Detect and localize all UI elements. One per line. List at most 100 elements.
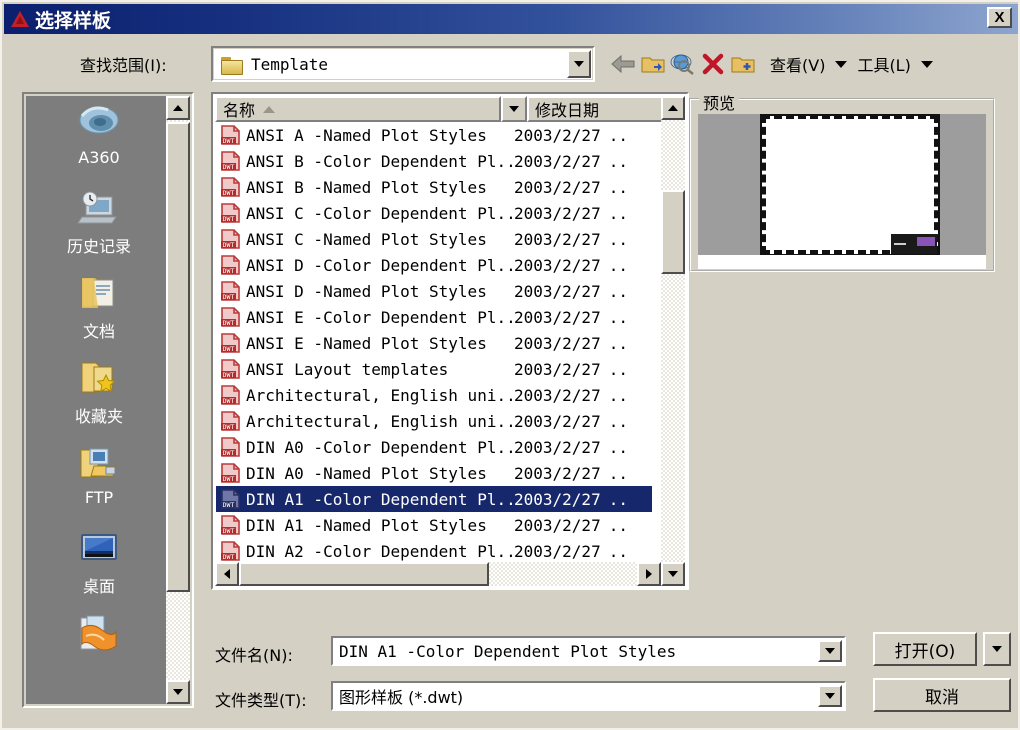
file-scroll-left-button[interactable]	[215, 562, 239, 586]
open-button[interactable]: 打开(O)	[873, 632, 977, 666]
file-list-header: 名称 修改日期	[215, 96, 685, 122]
file-list-row[interactable]: DWT DIN A1 -Color Dependent Pl... 2003/2/2…	[216, 486, 652, 512]
file-date-overflow: ..	[608, 333, 628, 353]
file-hscroll-track[interactable]	[489, 562, 637, 586]
dwt-file-icon: DWT	[220, 540, 242, 562]
dwt-file-icon: DWT	[220, 358, 242, 380]
places-scrollbar[interactable]	[166, 96, 190, 704]
dwt-file-icon: DWT	[220, 384, 242, 406]
file-list-row[interactable]: DWT ANSI E -Named Plot Styles 2003/2/27..	[216, 330, 652, 356]
file-list-row[interactable]: DWT DIN A1 -Named Plot Styles 2003/2/27..	[216, 512, 652, 538]
file-list-row[interactable]: DWT Architectural, English uni... 2003/2/2…	[216, 382, 652, 408]
file-date-overflow: ..	[608, 541, 628, 561]
file-list-row[interactable]: DWT ANSI Layout templates 2003/2/27..	[216, 356, 652, 382]
places-item-label: FTP	[84, 488, 114, 507]
filetype-value: 图形样板 (*.dwt)	[339, 688, 464, 707]
file-scroll-up-button[interactable]	[661, 96, 685, 120]
places-list: A360 历史记录文档 收藏夹 FTP 桌面	[26, 96, 172, 691]
view-chevron-down-icon[interactable]	[835, 60, 848, 68]
file-scroll-track[interactable]	[661, 120, 685, 562]
svg-text:DWT: DWT	[223, 371, 235, 379]
file-scroll-right-button[interactable]	[637, 562, 661, 586]
autocad-logo-icon	[10, 10, 30, 28]
dwt-file-icon: DWT	[220, 124, 242, 146]
desktop-icon	[76, 525, 122, 569]
file-name: ANSI C -Color Dependent Pl...	[246, 203, 514, 223]
buzzsaw-folder-icon	[76, 610, 122, 654]
file-date: 2003/2/27	[514, 489, 601, 509]
dialog-toolbar: 查看(V) 工具(L)	[608, 48, 943, 80]
filename-combo[interactable]: DIN A1 -Color Dependent Plot Styles	[331, 636, 846, 666]
look-in-dropdown-arrow[interactable]	[567, 50, 591, 78]
column-header-date[interactable]: 修改日期	[527, 96, 665, 122]
places-item-A360[interactable]: A360	[26, 96, 172, 181]
places-item-FTP[interactable]: FTP	[26, 436, 172, 521]
file-list-row[interactable]: DWT Architectural, English uni... 2003/2/2…	[216, 408, 652, 434]
file-date-overflow: ..	[608, 281, 628, 301]
dwt-file-icon: DWT	[220, 150, 242, 172]
file-date-overflow: ..	[608, 177, 628, 197]
filetype-combo[interactable]: 图形样板 (*.dwt)	[331, 681, 846, 711]
file-list-hscrollbar[interactable]	[215, 562, 661, 586]
file-date: 2003/2/27	[514, 437, 601, 457]
file-list-row[interactable]: DWT ANSI C -Color Dependent Pl... 2003/2/2…	[216, 200, 652, 226]
file-list-row[interactable]: DWT ANSI A -Named Plot Styles 2003/2/27..	[216, 122, 652, 148]
open-dropdown-button[interactable]	[983, 632, 1011, 666]
places-scroll-up-button[interactable]	[166, 96, 190, 120]
new-folder-icon[interactable]	[728, 49, 758, 79]
filename-dropdown-arrow[interactable]	[818, 640, 842, 662]
up-one-level-folder-icon[interactable]	[638, 49, 668, 79]
file-date-overflow: ..	[608, 307, 628, 327]
cancel-button[interactable]: 取消	[873, 678, 1011, 712]
column-header-name[interactable]: 名称	[215, 96, 501, 122]
delete-x-icon[interactable]	[698, 49, 728, 79]
file-hscroll-thumb[interactable]	[239, 562, 489, 586]
svg-text:DWT: DWT	[223, 527, 235, 535]
file-list-row[interactable]: DWT ANSI C -Named Plot Styles 2003/2/27..	[216, 226, 652, 252]
search-web-icon[interactable]	[668, 49, 698, 79]
svg-text:DWT: DWT	[223, 475, 235, 483]
file-list-row[interactable]: DWT ANSI E -Color Dependent Pl... 2003/2/2…	[216, 304, 652, 330]
file-list-row[interactable]: DWT ANSI D -Named Plot Styles 2003/2/27..	[216, 278, 652, 304]
file-name: DIN A2 -Color Dependent Pl...	[246, 541, 514, 561]
dwt-file-icon: DWT	[220, 436, 242, 458]
file-list-row[interactable]: DWT ANSI B -Color Dependent Pl... 2003/2/2…	[216, 148, 652, 174]
places-item-文档[interactable]: 文档	[26, 266, 172, 351]
file-scroll-thumb[interactable]	[661, 190, 685, 274]
places-item-收藏夹[interactable]: 收藏夹	[26, 351, 172, 436]
file-date: 2003/2/27	[514, 333, 601, 353]
column-options-button[interactable]	[501, 96, 527, 122]
file-date-overflow: ..	[608, 125, 628, 145]
file-list-vscrollbar[interactable]	[661, 96, 685, 586]
close-icon[interactable]: X	[987, 7, 1012, 28]
file-list[interactable]: 名称 修改日期 DWT ANSI A -Named Plot Styles 2003…	[211, 92, 689, 590]
dwt-file-icon: DWT	[220, 280, 242, 302]
view-menu-button[interactable]: 查看(V)	[770, 52, 825, 76]
file-list-row[interactable]: DWT ANSI B -Named Plot Styles 2003/2/27..	[216, 174, 652, 200]
file-list-row[interactable]: DWT DIN A0 -Color Dependent Pl... 2003/2/2…	[216, 434, 652, 460]
file-date-overflow: ..	[608, 359, 628, 379]
preview-bottom-strip	[698, 255, 986, 269]
tools-chevron-down-icon[interactable]	[920, 60, 933, 68]
places-scroll-thumb[interactable]	[166, 122, 190, 592]
dwt-file-icon: DWT	[220, 332, 242, 354]
places-item-桌面[interactable]: 桌面	[26, 521, 172, 606]
file-list-row[interactable]: DWT ANSI D -Color Dependent Pl... 2003/2/2…	[216, 252, 652, 278]
places-item-buzzsaw-folder[interactable]	[26, 606, 172, 691]
back-arrow-icon[interactable]	[608, 49, 638, 79]
tools-menu-button[interactable]: 工具(L)	[857, 52, 910, 76]
folder-icon	[221, 57, 245, 76]
file-list-rows[interactable]: DWT ANSI A -Named Plot Styles 2003/2/27.. D…	[216, 122, 652, 562]
column-header-name-label: 名称	[223, 101, 256, 120]
file-list-row[interactable]: DWT DIN A2 -Color Dependent Pl... 2003/2/2…	[216, 538, 652, 562]
look-in-combo[interactable]: Template	[211, 46, 595, 82]
places-item-label: 历史记录	[66, 237, 131, 256]
preview-title-block	[891, 234, 937, 254]
file-list-row[interactable]: DWT DIN A0 -Named Plot Styles 2003/2/27..	[216, 460, 652, 486]
file-scroll-down-button[interactable]	[661, 562, 685, 586]
places-scroll-down-button[interactable]	[166, 680, 190, 704]
file-date-overflow: ..	[608, 203, 628, 223]
svg-text:DWT: DWT	[223, 189, 235, 197]
filetype-dropdown-arrow[interactable]	[818, 685, 842, 707]
places-item-历史记录[interactable]: 历史记录	[26, 181, 172, 266]
